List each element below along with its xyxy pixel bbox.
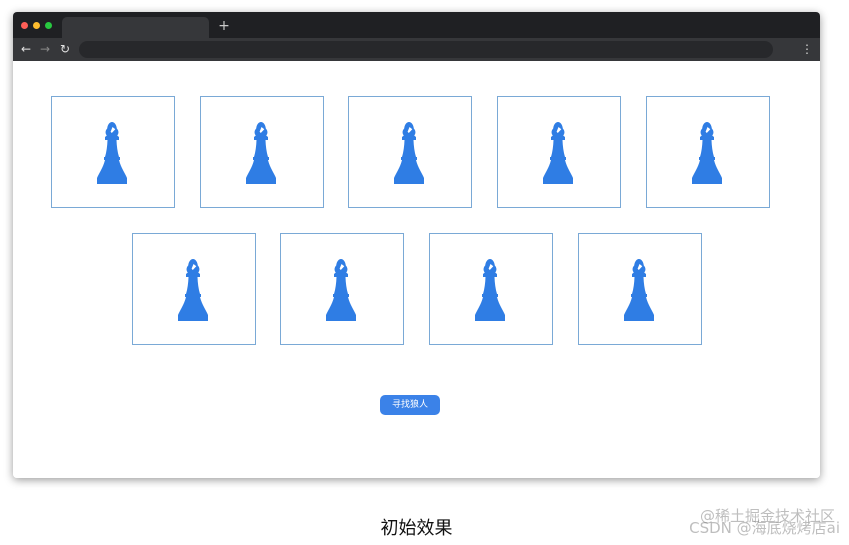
minimize-window-button[interactable] [33,22,40,29]
reload-icon[interactable]: ↻ [58,41,72,57]
find-werewolf-button[interactable]: 寻找狼人 [380,395,440,415]
card-6[interactable] [132,233,256,345]
back-arrow-icon[interactable]: ← [19,41,33,57]
card-9[interactable] [578,233,702,345]
tab-bar: + [13,12,820,38]
chess-bishop-icon [394,122,424,184]
chess-bishop-icon [246,122,276,184]
card-2[interactable] [200,96,324,208]
watermark-csdn: CSDN @海底烧烤店ai [689,519,840,537]
card-4[interactable] [497,96,621,208]
chess-bishop-icon [543,122,573,184]
new-tab-button[interactable]: + [216,17,232,35]
browser-toolbar: ← → ↻ ⋮ [13,38,820,61]
chess-bishop-icon [326,259,356,321]
card-5[interactable] [646,96,770,208]
chess-bishop-icon [624,259,654,321]
browser-window: + ← → ↻ ⋮ 寻找狼人 [13,12,820,478]
chess-bishop-icon [178,259,208,321]
maximize-window-button[interactable] [45,22,52,29]
chess-bishop-icon [97,122,127,184]
address-bar[interactable] [79,41,773,58]
chess-bishop-icon [692,122,722,184]
close-window-button[interactable] [21,22,28,29]
tab-active[interactable] [62,17,209,38]
chess-bishop-icon [475,259,505,321]
card-1[interactable] [51,96,175,208]
card-8[interactable] [429,233,553,345]
forward-arrow-icon[interactable]: → [38,41,52,57]
card-3[interactable] [348,96,472,208]
card-7[interactable] [280,233,404,345]
page-viewport: 寻找狼人 [13,61,820,478]
kebab-menu-icon[interactable]: ⋮ [801,41,813,57]
